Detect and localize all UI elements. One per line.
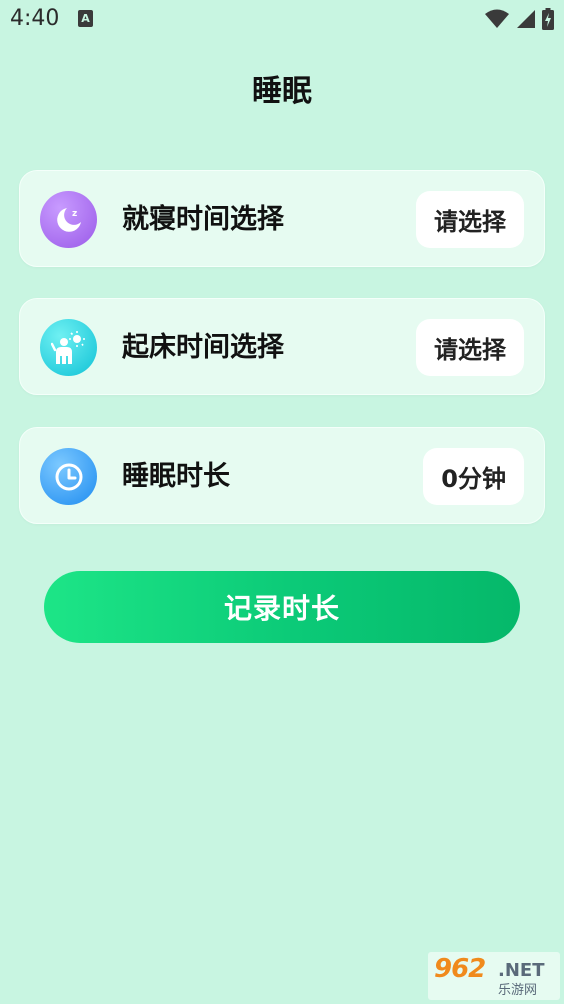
signal-icon [517, 10, 535, 28]
bedtime-card[interactable]: z 就寝时间选择 请选择 [19, 170, 545, 267]
clock-icon [40, 448, 97, 505]
status-bar: 4:40 A [0, 0, 564, 38]
svg-text:z: z [72, 209, 77, 219]
record-duration-button[interactable]: 记录时长 [44, 571, 520, 643]
notification-icon: A [78, 10, 93, 27]
watermark: 962 .NET 乐游网 [428, 952, 560, 1000]
wifi-icon [485, 9, 509, 28]
battery-icon [542, 8, 554, 30]
waketime-card[interactable]: 起床时间选择 请选择 [19, 298, 545, 395]
status-icons [484, 8, 554, 30]
watermark-suffix: .NET [498, 960, 545, 981]
watermark-logo: 962 [434, 954, 486, 984]
bedtime-label: 就寝时间选择 [122, 204, 284, 235]
duration-label: 睡眠时长 [122, 461, 230, 492]
waketime-label: 起床时间选择 [122, 332, 284, 363]
duration-value: 0分钟 [423, 448, 524, 505]
duration-card: 睡眠时长 0分钟 [19, 427, 545, 524]
moon-icon: z [40, 191, 97, 248]
watermark-sub: 乐游网 [498, 983, 538, 998]
bedtime-select-button[interactable]: 请选择 [416, 191, 524, 248]
waketime-select-button[interactable]: 请选择 [416, 319, 524, 376]
status-time: 4:40 [10, 6, 60, 31]
wake-up-icon [40, 319, 97, 376]
page-title: 睡眠 [252, 74, 312, 109]
